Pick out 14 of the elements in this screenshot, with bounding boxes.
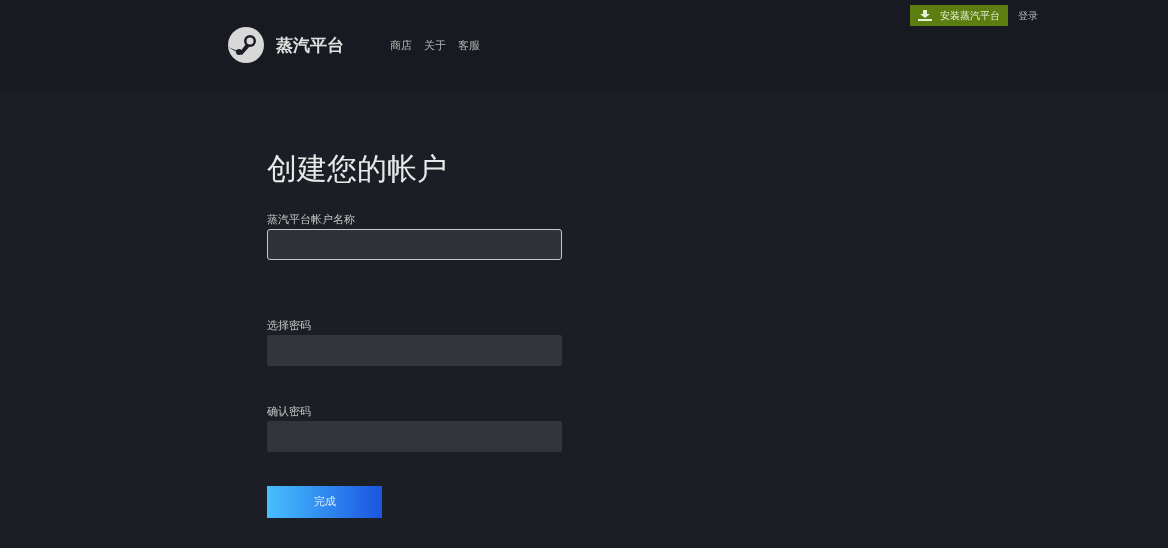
field-label: 选择密码 [267,318,312,333]
nav-link[interactable]: 关于 [424,37,446,53]
input-field[interactable] [267,335,562,366]
input-field[interactable] [267,421,562,452]
download-icon [918,10,932,21]
login-link[interactable]: 登录 [1018,8,1038,23]
install-button[interactable]: 安装蒸汽平台 [910,5,1008,26]
brand-name: 蒸汽平台 [276,33,344,57]
logo-icon [228,27,264,63]
nav-link[interactable]: 商店 [390,37,412,53]
nav-link[interactable]: 客服 [458,37,480,53]
page-title: 创建您的帐户 [267,150,448,188]
field-label: 确认密码 [267,404,312,419]
field-label: 蒸汽平台帐户名称 [267,212,356,227]
